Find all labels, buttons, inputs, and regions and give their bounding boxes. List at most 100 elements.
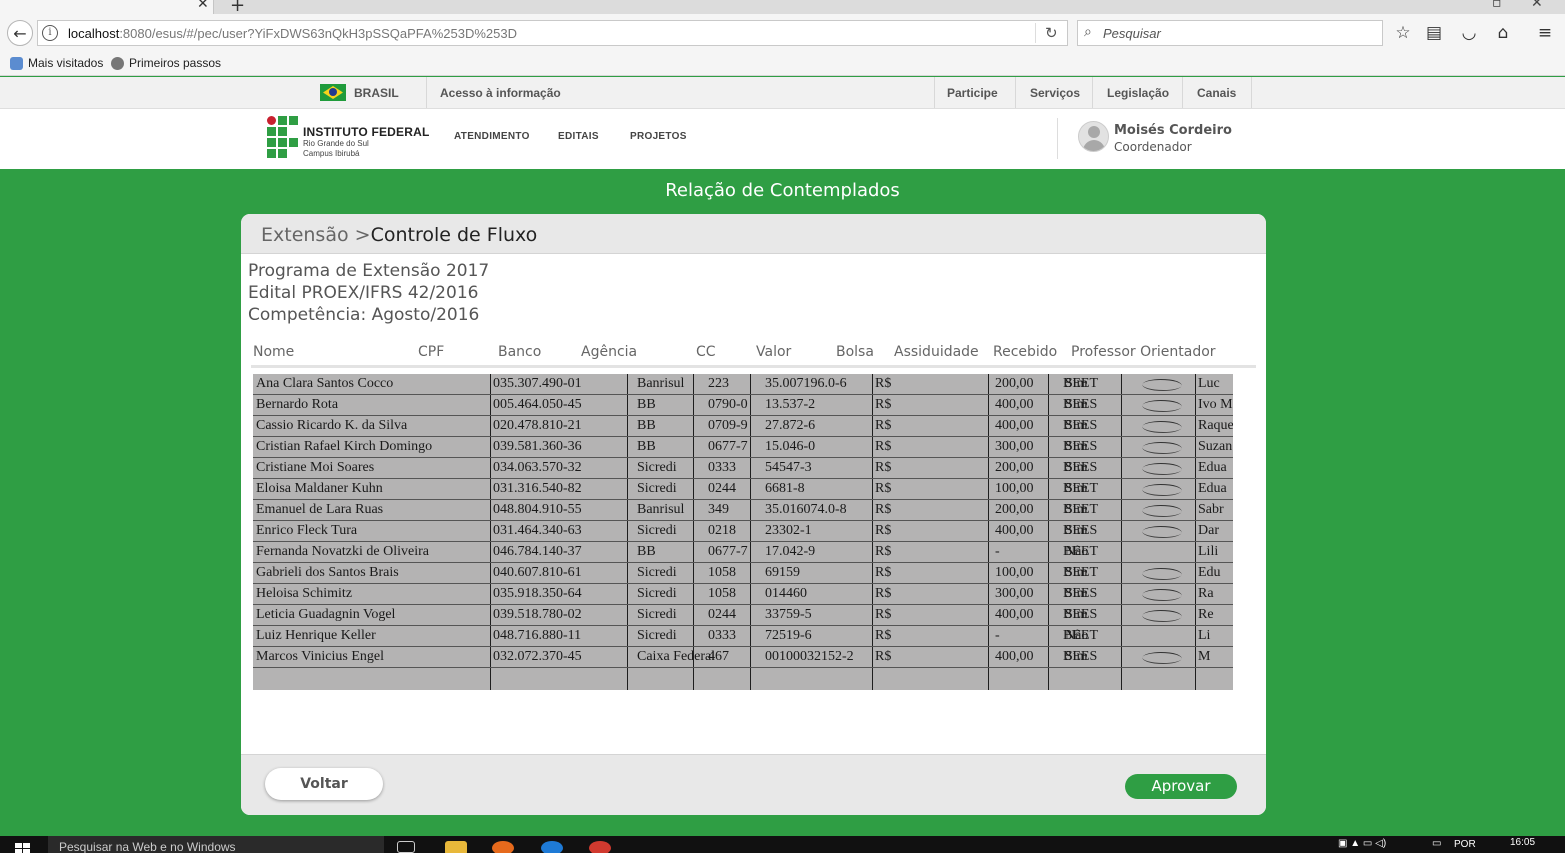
logo-subtitle-line: Campus Ibirubá: [303, 149, 360, 158]
sheet-row: Gabrieli dos Santos Brais 040.607.810-61 S…: [253, 563, 1233, 584]
tab-close-icon[interactable]: ✕: [197, 0, 209, 12]
sheet-bank: BB: [637, 544, 656, 559]
sheet-agency: 1058: [708, 565, 736, 580]
user-name[interactable]: Moisés Cordeiro: [1114, 123, 1232, 138]
url-text[interactable]: localhost:8080/esus/#/pec/user?YiFxDWS63…: [68, 26, 517, 41]
gov-access-link[interactable]: Acesso à informação: [440, 86, 561, 100]
firefox-icon[interactable]: [492, 841, 514, 853]
sheet-currency: R$: [875, 376, 892, 391]
sheet-currency: R$: [875, 460, 892, 475]
bookmark-most-visited[interactable]: Mais visitados: [10, 56, 103, 70]
edge-icon[interactable]: [541, 841, 563, 853]
program-title: Programa de Extensão 2017: [248, 261, 490, 281]
sheet-agency: 467: [708, 649, 729, 664]
nav-projetos[interactable]: PROJETOS: [630, 131, 687, 142]
header-divider: [251, 365, 1256, 368]
column-header-agencia: Agência: [581, 344, 638, 360]
address-bar[interactable]: i localhost:8080/esus/#/pec/user?YiFxDWS…: [37, 20, 1068, 46]
sheet-bank: BB: [637, 418, 656, 433]
sheet-name: Emanuel de Lara Ruas: [256, 502, 384, 517]
sheet-name: Ana Clara Santos Cocco: [256, 376, 394, 391]
sheet-advisor: Ivo M: [1198, 397, 1233, 412]
card-footer: Voltar Aprovar: [241, 754, 1266, 815]
browser-tab[interactable]: ✕: [0, 0, 214, 14]
scanned-sheet-image: Ana Clara Santos Cocco 035.307.490-01 Banr…: [253, 374, 1233, 690]
bookmark-star-icon[interactable]: ☆: [1392, 23, 1414, 43]
sheet-account: 33759-5: [765, 607, 812, 622]
gov-link-canais[interactable]: Canais: [1197, 86, 1236, 100]
sheet-row: Leticia Guadagnin Vogel 039.518.780-02 Sic…: [253, 605, 1233, 626]
sheet-advisor: Edua: [1198, 481, 1227, 496]
sheet-advisor: M: [1198, 649, 1211, 664]
gov-brasil-link[interactable]: BRASIL: [354, 86, 399, 100]
taskbar-search[interactable]: Pesquisar na Web e no Windows: [48, 836, 384, 853]
sheet-amount: 400,00: [995, 523, 1034, 538]
sheet-advisor: Raque: [1198, 418, 1233, 433]
sheet-cpf: 048.716.880-11: [493, 628, 582, 643]
sheet-attendance: Sim: [1065, 649, 1088, 664]
sheet-agency: 0709-9: [708, 418, 748, 433]
chrome-icon[interactable]: [589, 841, 611, 853]
browser-search-bar[interactable]: ⌕ Pesquisar: [1077, 20, 1383, 46]
sheet-agency: 0244: [708, 607, 736, 622]
notification-icon[interactable]: ▭: [1432, 838, 1441, 849]
window-restore-icon[interactable]: ▫: [1492, 0, 1502, 11]
task-view-icon[interactable]: [397, 841, 415, 853]
gov-link-participe[interactable]: Participe: [947, 86, 998, 100]
signature-mark: [1138, 460, 1193, 477]
sheet-attendance: Não: [1065, 544, 1089, 559]
tray-icons[interactable]: ▣ ▲ ▭ ◁): [1338, 838, 1386, 849]
sheet-bank: BB: [637, 397, 656, 412]
language-indicator[interactable]: POR: [1454, 839, 1476, 850]
sheet-bank: Sicredi: [637, 607, 677, 622]
logo-subtitle: Rio Grande do Sul Campus Ibirubá: [303, 139, 369, 159]
home-icon[interactable]: ⌂: [1492, 23, 1514, 43]
avatar[interactable]: [1078, 121, 1109, 152]
windows-start-icon[interactable]: [15, 843, 31, 853]
column-header-valor: Valor: [756, 344, 792, 360]
bookmark-first-steps[interactable]: Primeiros passos: [111, 56, 221, 70]
sheet-currency: R$: [875, 418, 892, 433]
sheet-name: Cristiane Moi Soares: [256, 460, 375, 475]
sheet-advisor: Lili: [1198, 544, 1219, 559]
sheet-cpf: 039.518.780-02: [493, 607, 582, 622]
content-card: Extensão >Controle de Fluxo Programa de …: [241, 214, 1266, 815]
sheet-name: Leticia Guadagnin Vogel: [256, 607, 396, 622]
site-header: INSTITUTO FEDERAL Rio Grande do Sul Camp…: [0, 109, 1565, 169]
sheet-name: Cristian Rafael Kirch Domingo: [256, 439, 433, 454]
sheet-currency: R$: [875, 523, 892, 538]
back-arrow-icon[interactable]: ←: [7, 20, 33, 46]
menu-icon[interactable]: ≡: [1534, 23, 1556, 43]
gov-link-servicos[interactable]: Serviços: [1030, 86, 1080, 100]
sheet-attendance: Sim: [1065, 376, 1088, 391]
clock[interactable]: 16:05: [1510, 837, 1535, 848]
sheet-cpf: 048.804.910-55: [493, 502, 582, 517]
nav-atendimento[interactable]: ATENDIMENTO: [454, 131, 530, 142]
nav-editais[interactable]: EDITAIS: [558, 131, 599, 142]
sheet-bank: Sicredi: [637, 586, 677, 601]
pocket-icon[interactable]: ◡: [1458, 23, 1480, 43]
edital-title: Edital PROEX/IFRS 42/2016: [248, 283, 479, 303]
sheet-currency: R$: [875, 544, 892, 559]
if-logo-icon[interactable]: [267, 116, 298, 158]
competencia-title: Competência: Agosto/2016: [248, 305, 480, 325]
sheet-amount: 100,00: [995, 565, 1034, 580]
info-icon[interactable]: i: [42, 25, 58, 41]
sheet-advisor: Sabr: [1198, 502, 1224, 517]
gov-link-legislacao[interactable]: Legislação: [1107, 86, 1169, 100]
sheet-attendance: Sim: [1065, 418, 1088, 433]
sheet-agency: 0333: [708, 460, 736, 475]
sheet-agency: 0677-7: [708, 544, 748, 559]
sheet-advisor: Suzan: [1198, 439, 1233, 454]
window-close-icon[interactable]: ✕: [1531, 0, 1543, 11]
file-explorer-icon[interactable]: [445, 841, 467, 853]
reload-icon[interactable]: ↻: [1045, 24, 1058, 42]
approve-button[interactable]: Aprovar: [1125, 774, 1237, 799]
column-header-nome: Nome: [253, 344, 295, 360]
sheet-amount: 300,00: [995, 586, 1034, 601]
breadcrumb-parent[interactable]: Extensão >: [261, 224, 371, 246]
sheet-row: Emanuel de Lara Ruas 048.804.910-55 Banris…: [253, 500, 1233, 521]
back-button[interactable]: Voltar: [265, 768, 383, 800]
reading-list-icon[interactable]: ▤: [1423, 23, 1445, 43]
column-header-cpf: CPF: [418, 344, 445, 360]
